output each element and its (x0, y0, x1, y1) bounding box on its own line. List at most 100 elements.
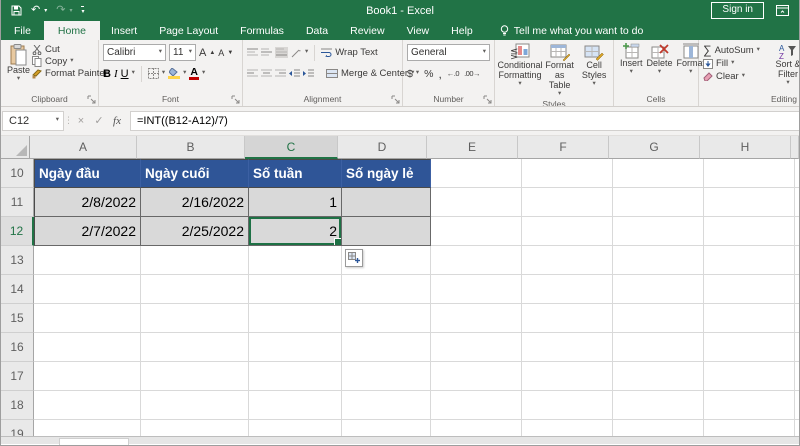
accounting-format-button[interactable]: $ ▾ (407, 68, 419, 80)
cell-G14[interactable] (613, 275, 704, 304)
enter-icon[interactable]: ✓ (90, 114, 108, 127)
cell-A11[interactable]: 2/8/2022 (34, 188, 141, 217)
number-dialog-launcher-icon[interactable] (483, 95, 492, 104)
cell-B11[interactable]: 2/16/2022 (141, 188, 249, 217)
cell-F16[interactable] (522, 333, 613, 362)
cell-F10[interactable] (522, 159, 613, 188)
cell-D19[interactable] (342, 420, 431, 436)
cell-B19[interactable] (141, 420, 249, 436)
decrease-font-size-button[interactable]: A ▼ (218, 48, 233, 58)
tab-insert[interactable]: Insert (100, 21, 148, 40)
autosum-button[interactable]: ∑ AutoSum ▾ (703, 44, 769, 56)
column-header-G[interactable]: G (609, 136, 700, 159)
cell-H13[interactable] (704, 246, 795, 275)
comma-style-button[interactable]: , (438, 67, 441, 81)
column-header-F[interactable]: F (518, 136, 609, 159)
customize-qat-icon[interactable]: ▾ (81, 6, 85, 15)
merge-center-button[interactable]: Merge & Center ▾ (326, 68, 414, 79)
cell-G18[interactable] (613, 391, 704, 420)
cell-A18[interactable] (34, 391, 141, 420)
cell-A13[interactable] (34, 246, 141, 275)
sort-filter-button[interactable]: AZ Sort & Filter ▾ (769, 43, 799, 92)
cancel-icon[interactable]: × (72, 115, 90, 127)
cell-B15[interactable] (141, 304, 249, 333)
cell-C17[interactable] (249, 362, 342, 391)
column-header-H[interactable]: H (700, 136, 791, 159)
cell-G11[interactable] (613, 188, 704, 217)
ribbon-display-options-icon[interactable] (776, 5, 789, 16)
percent-style-button[interactable]: % (424, 68, 433, 80)
cell-styles-button[interactable]: Cell Styles ▾ (578, 42, 610, 97)
orientation-button[interactable] (291, 48, 302, 58)
cell-E10[interactable] (431, 159, 522, 188)
cell-F11[interactable] (522, 188, 613, 217)
cell-D17[interactable] (342, 362, 431, 391)
row-header-17[interactable]: 17 (1, 362, 34, 391)
cell-G16[interactable] (613, 333, 704, 362)
cell-H14[interactable] (704, 275, 795, 304)
underline-dropdown-icon[interactable]: ▾ (132, 70, 135, 77)
cell-C13[interactable] (249, 246, 342, 275)
cell-A19[interactable] (34, 420, 141, 436)
cell-A12[interactable]: 2/7/2022 (34, 217, 141, 246)
fill-button[interactable]: Fill ▾ (703, 58, 769, 69)
tab-data[interactable]: Data (295, 21, 339, 40)
undo-button[interactable]: ↶ ▾ (31, 5, 47, 16)
font-name-combo[interactable]: Calibri ▾ (103, 44, 166, 61)
cell-D16[interactable] (342, 333, 431, 362)
cell-A17[interactable] (34, 362, 141, 391)
cell-H18[interactable] (704, 391, 795, 420)
format-as-table-button[interactable]: Format as Table ▾ (541, 42, 578, 97)
cell-E15[interactable] (431, 304, 522, 333)
tab-home[interactable]: Home (43, 21, 100, 40)
cell-H16[interactable] (704, 333, 795, 362)
redo-button[interactable]: ↷ ▾ (56, 5, 72, 16)
cell-E13[interactable] (431, 246, 522, 275)
number-format-combo[interactable]: General ▾ (407, 44, 490, 61)
conditional-formatting-button[interactable]: ⋚ Conditional Formatting ▾ (497, 42, 543, 97)
clipboard-dialog-launcher-icon[interactable] (87, 95, 96, 104)
cell-F19[interactable] (522, 420, 613, 436)
cell-G13[interactable] (613, 246, 704, 275)
column-header-C[interactable]: C (245, 136, 338, 159)
cell-B14[interactable] (141, 275, 249, 304)
row-header-14[interactable]: 14 (1, 275, 34, 304)
increase-indent-icon[interactable] (303, 69, 314, 78)
cell-F15[interactable] (522, 304, 613, 333)
cell-C19[interactable] (249, 420, 342, 436)
align-middle-icon[interactable] (261, 48, 272, 57)
clear-button[interactable]: Clear ▾ (703, 71, 769, 82)
borders-button[interactable] (147, 68, 159, 79)
cell-H11[interactable] (704, 188, 795, 217)
row-header-19[interactable]: 19 (1, 420, 34, 436)
increase-font-size-button[interactable]: A ▲ (199, 47, 215, 59)
column-header-E[interactable]: E (427, 136, 518, 159)
column-header-B[interactable]: B (137, 136, 245, 159)
cell-H19[interactable] (704, 420, 795, 436)
cell-G19[interactable] (613, 420, 704, 436)
alignment-dialog-launcher-icon[interactable] (391, 95, 400, 104)
select-all-corner[interactable] (1, 136, 30, 159)
tell-me-box[interactable]: Tell me what you want to do (500, 21, 643, 40)
cell-E14[interactable] (431, 275, 522, 304)
save-icon[interactable] (11, 5, 22, 16)
row-header-11[interactable]: 11 (1, 188, 34, 217)
cell-F17[interactable] (522, 362, 613, 391)
cell-F13[interactable] (522, 246, 613, 275)
cell-C14[interactable] (249, 275, 342, 304)
sign-in-button[interactable]: Sign in (711, 2, 764, 19)
insert-cells-button[interactable]: Insert ▾ (618, 42, 645, 92)
cell-G12[interactable] (613, 217, 704, 246)
fill-color-button[interactable] (168, 68, 181, 79)
cell-D18[interactable] (342, 391, 431, 420)
cell-E17[interactable] (431, 362, 522, 391)
align-top-icon[interactable] (247, 48, 258, 57)
insert-function-icon[interactable]: fx (108, 115, 126, 127)
underline-button[interactable]: U (121, 68, 129, 80)
auto-fill-options-button[interactable] (345, 249, 363, 267)
align-left-icon[interactable] (247, 69, 258, 78)
sheet-tab-partial[interactable] (59, 438, 129, 445)
increase-decimal-button[interactable]: ←.0 (447, 69, 460, 78)
cell-D12[interactable] (342, 217, 431, 246)
font-dialog-launcher-icon[interactable] (231, 95, 240, 104)
